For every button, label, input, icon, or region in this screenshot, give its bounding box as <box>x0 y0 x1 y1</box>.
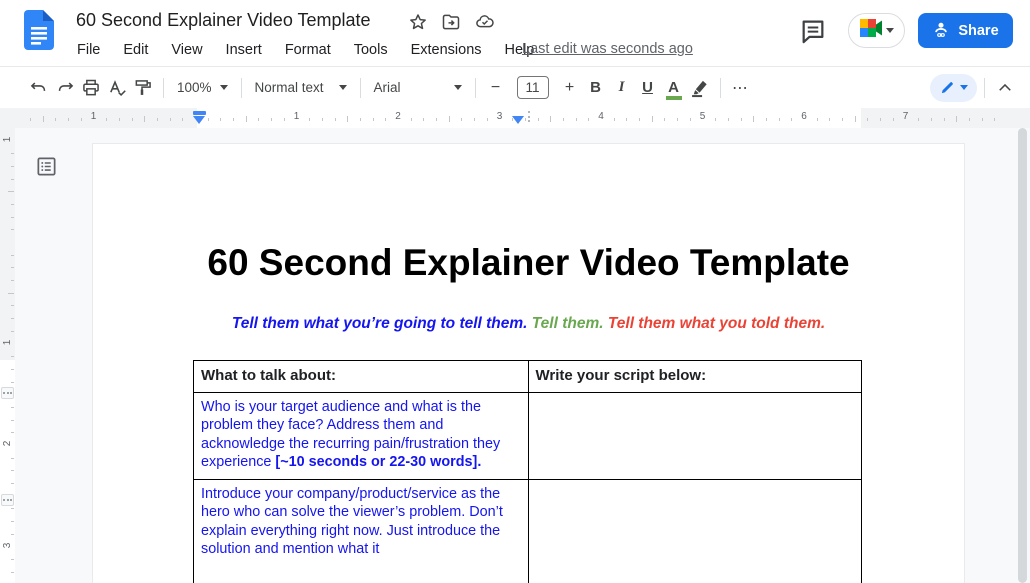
menu-insert[interactable]: Insert <box>226 42 262 58</box>
app-header: 60 Second Explainer Video Template File … <box>0 0 1030 66</box>
toolbar-divider <box>475 78 476 98</box>
document-title[interactable]: 60 Second Explainer Video Template <box>76 10 371 31</box>
doc-heading: 60 Second Explainer Video Template <box>93 240 964 286</box>
table-header-row: What to talk about: Write your script be… <box>194 361 862 393</box>
paint-format-icon[interactable] <box>130 74 156 102</box>
spellcheck-icon[interactable] <box>104 74 130 102</box>
more-toolbar-options-button[interactable]: ⋯ <box>728 74 754 102</box>
last-edit-link[interactable]: Last edit was seconds ago <box>522 41 693 57</box>
google-meet-icon <box>860 19 882 42</box>
table-row-grip[interactable] <box>1 494 14 506</box>
toolbar-divider <box>360 78 361 98</box>
show-document-outline-icon[interactable] <box>35 155 58 178</box>
toolbar: 100% Normal text Arial − 11 + B I U A ⋯ <box>0 66 1030 108</box>
table-row: Introduce your company/product/service a… <box>194 480 862 583</box>
menu-edit[interactable]: Edit <box>123 42 148 58</box>
paragraph-style-select[interactable]: Normal text <box>249 74 353 102</box>
vertical-ruler[interactable]: 1123 <box>0 128 15 583</box>
highlight-color-icon[interactable] <box>687 74 713 102</box>
doc-subtitle: Tell them what you’re going to tell them… <box>93 314 964 334</box>
font-family-select[interactable]: Arial <box>368 74 468 102</box>
person-link-icon <box>932 20 950 42</box>
font-size-input[interactable]: 11 <box>517 76 549 99</box>
script-cell[interactable] <box>529 480 863 583</box>
horizontal-ruler[interactable]: 11234567 <box>0 108 1030 128</box>
join-call-button[interactable] <box>848 13 905 48</box>
document-canvas: 1123 60 Second Explainer Video Template … <box>0 128 1030 583</box>
prompt-cell[interactable]: Introduce your company/product/service a… <box>194 480 529 583</box>
prompt-text-bold: [~10 seconds or 22-30 words]. <box>275 454 481 470</box>
first-line-indent-marker[interactable] <box>193 111 206 115</box>
share-button-label: Share <box>958 23 998 39</box>
ruler-margin-area <box>0 128 15 360</box>
table-row-grip[interactable] <box>1 387 14 399</box>
move-to-folder-icon[interactable] <box>441 12 461 32</box>
document-page[interactable]: 60 Second Explainer Video Template Tell … <box>92 143 965 583</box>
header-cell-write-your-script[interactable]: Write your script below: <box>529 361 863 393</box>
menu-tools[interactable]: Tools <box>354 42 388 58</box>
current-text-color-swatch <box>666 96 682 100</box>
menu-view[interactable]: View <box>171 42 202 58</box>
toolbar-divider <box>984 78 985 98</box>
decrease-font-size-button[interactable]: − <box>483 74 509 102</box>
zoom-select[interactable]: 100% <box>171 74 234 102</box>
chevron-down-icon <box>454 85 462 90</box>
header-cell-what-to-talk-about[interactable]: What to talk about: <box>194 361 529 393</box>
chevron-down-icon <box>220 85 228 90</box>
title-actions <box>408 12 496 32</box>
subtitle-part-blue: Tell them what you’re going to tell them… <box>232 315 528 332</box>
chevron-down-icon <box>339 85 347 90</box>
italic-button[interactable]: I <box>609 74 635 102</box>
editing-mode-button[interactable] <box>930 74 977 102</box>
vertical-scrollbar[interactable] <box>1018 128 1027 583</box>
undo-icon[interactable] <box>26 74 52 102</box>
table-column-grip[interactable] <box>528 111 530 122</box>
text-color-letter: A <box>668 79 679 96</box>
prompt-text: Introduce your company/product/service a… <box>201 486 503 558</box>
left-indent-marker[interactable] <box>193 116 205 124</box>
menu-extensions[interactable]: Extensions <box>411 42 482 58</box>
cloud-saved-icon[interactable] <box>474 12 496 32</box>
share-button[interactable]: Share <box>918 13 1013 48</box>
script-table: What to talk about: Write your script be… <box>193 360 862 583</box>
pencil-icon <box>940 80 955 95</box>
chevron-down-icon <box>960 85 968 90</box>
menu-bar: File Edit View Insert Format Tools Exten… <box>77 38 534 62</box>
underline-button[interactable]: U <box>635 74 661 102</box>
print-icon[interactable] <box>78 74 104 102</box>
bold-button[interactable]: B <box>583 74 609 102</box>
star-icon[interactable] <box>408 12 428 32</box>
zoom-value: 100% <box>177 80 212 95</box>
comments-icon[interactable] <box>799 17 827 45</box>
toolbar-divider <box>241 78 242 98</box>
right-indent-marker[interactable] <box>512 116 524 124</box>
text-color-button[interactable]: A <box>661 74 687 102</box>
toolbar-divider <box>720 78 721 98</box>
redo-icon[interactable] <box>52 74 78 102</box>
menu-file[interactable]: File <box>77 42 100 58</box>
font-family-value: Arial <box>374 80 401 95</box>
toolbar-divider <box>163 78 164 98</box>
hide-menus-icon[interactable] <box>992 74 1018 102</box>
paragraph-style-value: Normal text <box>255 80 324 95</box>
chevron-down-icon <box>886 28 894 33</box>
subtitle-part-green: Tell them. <box>527 315 603 332</box>
script-cell[interactable] <box>529 393 863 480</box>
subtitle-part-red: Tell them what you told them. <box>604 315 826 332</box>
google-docs-app: 60 Second Explainer Video Template File … <box>0 0 1030 583</box>
increase-font-size-button[interactable]: + <box>557 74 583 102</box>
prompt-cell[interactable]: Who is your target audience and what is … <box>194 393 529 480</box>
google-docs-logo-icon[interactable] <box>24 10 54 50</box>
menu-format[interactable]: Format <box>285 42 331 58</box>
table-row: Who is your target audience and what is … <box>194 393 862 480</box>
